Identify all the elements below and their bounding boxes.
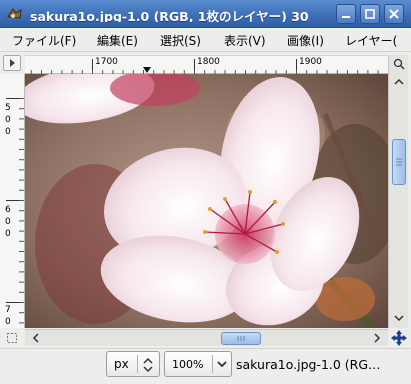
ruler-label-600: 6 0 0: [5, 204, 11, 240]
navigate-icon: [391, 330, 407, 346]
menu-edit[interactable]: 編集(E): [97, 32, 138, 49]
vertical-ruler[interactable]: 5 0 0 6 0 0 7 0: [0, 74, 25, 328]
unit-selector[interactable]: px: [106, 351, 160, 377]
ruler-digit: 7: [5, 305, 11, 315]
ruler-digit: 0: [5, 127, 11, 137]
scroll-left-button[interactable]: [29, 331, 43, 345]
pointer-marker-icon: [143, 67, 151, 73]
ruler-digit: 0: [5, 229, 11, 239]
close-button[interactable]: [384, 4, 404, 24]
menu-bar: ファイル(F) 編集(E) 選択(S) 表示(V) 画像(I) レイヤー(: [0, 28, 411, 52]
chevron-right-icon: [374, 333, 381, 343]
minimize-icon: [342, 16, 350, 18]
window-title: sakura1o.jpg-1.0 (RGB, 1枚のレイヤー) 30: [30, 9, 309, 22]
grip-icon: [237, 336, 245, 341]
horizontal-scrollbar[interactable]: [25, 329, 388, 346]
chevron-up-icon: [394, 78, 404, 85]
chevron-down-icon: [217, 361, 227, 368]
image-canvas[interactable]: [25, 74, 388, 328]
menu-file[interactable]: ファイル(F): [12, 32, 76, 49]
ruler-ticks: [6, 98, 24, 324]
menu-select[interactable]: 選択(S): [160, 32, 201, 49]
ruler-label: 1700: [95, 57, 118, 67]
menu-arrow-icon: [10, 59, 15, 67]
zoom-selector[interactable]: 100%: [164, 351, 232, 377]
ruler-label: 1900: [299, 57, 322, 67]
menu-view[interactable]: 表示(V): [224, 32, 266, 49]
vertical-scrollbar[interactable]: [388, 55, 408, 328]
title-bar: sakura1o.jpg-1.0 (RGB, 1枚のレイヤー) 30: [0, 0, 411, 28]
chevron-down-icon: [394, 315, 404, 322]
scroll-right-button[interactable]: [370, 331, 384, 345]
minimize-button[interactable]: [336, 4, 356, 24]
quick-mask-button[interactable]: [4, 331, 20, 345]
chevron-left-icon: [32, 333, 39, 343]
horizontal-ruler[interactable]: 1700 1800 1900: [25, 55, 388, 74]
ruler-digit: 0: [5, 317, 11, 327]
status-message: sakura1o.jpg-1.0 (RG…: [236, 357, 381, 372]
navigate-button[interactable]: [390, 330, 408, 346]
zoom-follow-button[interactable]: [391, 57, 407, 71]
ruler-digit: 0: [5, 115, 11, 125]
vertical-scroll-thumb[interactable]: [392, 139, 406, 185]
ruler-label-700: 7 0: [5, 304, 11, 328]
ruler-digit: 5: [5, 103, 11, 113]
ruler-label: 1800: [197, 57, 220, 67]
status-bar: px 100% sakura1o.jpg-1.0 (RG…: [0, 348, 411, 384]
menu-layer[interactable]: レイヤー(: [345, 32, 397, 49]
ruler-digit: 6: [5, 205, 11, 215]
close-icon: [389, 9, 399, 19]
unit-value: px: [114, 357, 129, 371]
scroll-down-button[interactable]: [391, 311, 407, 325]
quick-mask-icon: [7, 333, 17, 343]
up-down-arrows-icon: [143, 357, 153, 373]
ruler-label-500: 5 0 0: [5, 102, 11, 138]
ruler-digit: 0: [5, 217, 11, 227]
zoom-value: 100%: [172, 358, 204, 371]
grip-icon: [396, 158, 402, 166]
menu-image[interactable]: 画像(I): [287, 32, 324, 49]
zoom-follow-icon: [393, 58, 405, 70]
maximize-button[interactable]: [360, 4, 380, 24]
maximize-icon: [365, 9, 375, 19]
scroll-up-button[interactable]: [391, 75, 407, 89]
horizontal-scroll-thumb[interactable]: [221, 332, 261, 345]
wilber-icon: [7, 8, 22, 19]
sakura-photo: [25, 74, 388, 328]
image-menu-button[interactable]: [3, 55, 21, 71]
